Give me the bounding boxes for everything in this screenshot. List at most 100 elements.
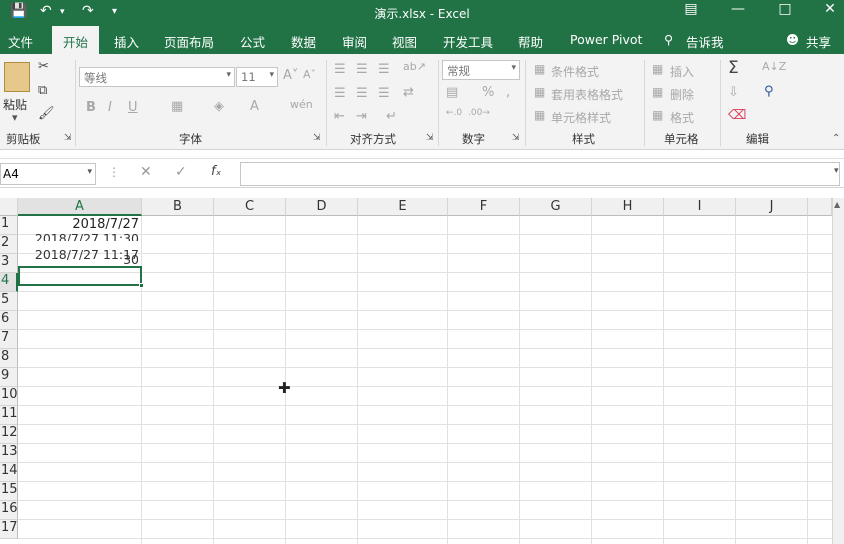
active-cell-a4[interactable] [18, 266, 142, 286]
wrap-text-icon[interactable]: ↵ [386, 109, 397, 124]
column-header-partial[interactable] [808, 198, 832, 216]
row-header[interactable]: 2 [0, 235, 18, 254]
row-header[interactable]: 13 [0, 444, 18, 463]
name-box[interactable]: A4 ▾ [0, 163, 96, 185]
font-name-select[interactable]: 等线 ▾ [79, 67, 235, 87]
bold-button[interactable]: B [86, 100, 96, 115]
tab-insert[interactable]: 插入 [114, 32, 139, 51]
alignment-launcher-icon[interactable]: ⇲ [426, 133, 434, 143]
clipboard-launcher-icon[interactable]: ⇲ [64, 133, 72, 143]
insert-cells-button[interactable]: 插入 [670, 63, 694, 80]
collapse-ribbon-icon[interactable]: ⌃ [832, 133, 840, 144]
format-cells-icon[interactable]: ▦ [652, 108, 663, 122]
percent-icon[interactable]: % [482, 85, 494, 100]
comma-style-icon[interactable]: , [506, 85, 510, 100]
formula-input[interactable] [240, 162, 840, 186]
align-center-icon[interactable]: ☰ [356, 86, 368, 101]
column-header-h[interactable]: H [592, 198, 664, 216]
align-top-icon[interactable]: ☰ [334, 62, 346, 77]
delete-cells-button[interactable]: 删除 [670, 86, 694, 103]
insert-function-icon[interactable]: fₓ [211, 164, 221, 179]
cell-styles-icon[interactable]: ▦ [534, 108, 545, 122]
tab-view[interactable]: 视图 [392, 32, 417, 51]
cell-a3[interactable]: 30 [18, 254, 141, 265]
border-icon[interactable]: ▦ [171, 99, 183, 114]
row-header[interactable]: 5 [0, 292, 18, 311]
cell-a2[interactable]: 2018/7/27 11:30 [18, 230, 141, 241]
delete-cells-icon[interactable]: ▦ [652, 85, 663, 99]
number-format-select[interactable]: 常规 ▾ [442, 60, 520, 80]
share-icon[interactable]: ☻ [786, 32, 799, 47]
find-select-icon[interactable]: ⚲ [764, 84, 774, 99]
column-header-c[interactable]: C [214, 198, 286, 216]
decrease-decimal-icon[interactable]: .00→ [468, 108, 490, 118]
insert-cells-icon[interactable]: ▦ [652, 62, 663, 76]
vertical-scrollbar[interactable]: ▲ [832, 198, 844, 544]
fill-color-icon[interactable]: ◈ [214, 99, 224, 114]
confirm-entry-icon[interactable]: ✓ [175, 164, 187, 180]
align-left-icon[interactable]: ☰ [334, 86, 346, 101]
column-header-f[interactable]: F [448, 198, 520, 216]
accounting-format-icon[interactable]: ▤ [446, 85, 458, 100]
format-as-table-button[interactable]: 套用表格格式 [551, 86, 623, 103]
row-header[interactable]: 8 [0, 349, 18, 368]
tab-help[interactable]: 帮助 [518, 32, 543, 51]
minimize-icon[interactable]: — [723, 1, 753, 17]
scroll-up-icon[interactable]: ▲ [834, 200, 840, 209]
row-header[interactable]: 3 [0, 254, 18, 273]
cell-styles-button[interactable]: 单元格样式 [551, 109, 611, 126]
select-all-corner[interactable] [0, 198, 18, 216]
font-color-icon[interactable]: A [250, 99, 259, 114]
row-header[interactable]: 4 [0, 273, 18, 292]
cut-icon[interactable]: ✂ [38, 59, 49, 74]
row-header[interactable]: 12 [0, 425, 18, 444]
row-header[interactable]: 9 [0, 368, 18, 387]
fill-icon[interactable]: ⇩ [728, 85, 739, 100]
column-header-b[interactable]: B [142, 198, 214, 216]
worksheet-grid[interactable]: A B C D E F G H I J 1 2 3 4 5 6 7 8 9 10 11 12 13 14 1… [0, 198, 844, 544]
column-header-g[interactable]: G [520, 198, 592, 216]
column-header-d[interactable]: D [286, 198, 358, 216]
increase-indent-icon[interactable]: ⇥ [356, 109, 367, 124]
decrease-indent-icon[interactable]: ⇤ [334, 109, 345, 124]
column-header-i[interactable]: I [664, 198, 736, 216]
tab-page-layout[interactable]: 页面布局 [164, 32, 214, 51]
orientation-icon[interactable]: ab↗ [403, 60, 426, 73]
merge-center-icon[interactable]: ⇄ [403, 85, 414, 100]
decrease-font-icon[interactable]: Aˇ [303, 68, 316, 81]
column-header-e[interactable]: E [358, 198, 448, 216]
row-header[interactable]: 10 [0, 387, 18, 406]
row-header[interactable]: 14 [0, 463, 18, 482]
conditional-format-button[interactable]: 条件格式 [551, 63, 599, 80]
font-size-select[interactable]: 11 ▾ [236, 67, 278, 87]
expand-formula-icon[interactable]: ▾ [834, 166, 839, 176]
number-launcher-icon[interactable]: ⇲ [512, 133, 520, 143]
cancel-entry-icon[interactable]: ✕ [140, 164, 152, 180]
tab-data[interactable]: 数据 [291, 32, 316, 51]
tab-formulas[interactable]: 公式 [240, 32, 265, 51]
row-header[interactable]: 6 [0, 311, 18, 330]
conditional-format-icon[interactable]: ▦ [534, 62, 545, 76]
tell-me[interactable]: 告诉我 [686, 32, 724, 51]
share-button[interactable]: 共享 [806, 32, 831, 51]
autosum-icon[interactable]: Σ [728, 58, 739, 78]
copy-icon[interactable]: ⧉ [38, 83, 47, 98]
search-icon[interactable]: ⚲ [664, 32, 673, 47]
tab-review[interactable]: 审阅 [342, 32, 367, 51]
maximize-icon[interactable]: □ [770, 1, 800, 17]
tab-developer[interactable]: 开发工具 [443, 32, 493, 51]
underline-button[interactable]: U [128, 100, 138, 115]
italic-button[interactable]: I [108, 100, 112, 115]
row-header[interactable]: 17 [0, 520, 18, 539]
column-header-j[interactable]: J [736, 198, 808, 216]
format-painter-icon[interactable]: 🖌 [38, 106, 55, 121]
align-bottom-icon[interactable]: ☰ [378, 62, 390, 77]
row-header[interactable]: 7 [0, 330, 18, 349]
tab-file[interactable]: 文件 [8, 32, 33, 51]
row-header[interactable]: 16 [0, 501, 18, 520]
increase-font-icon[interactable]: A˅ [283, 68, 298, 83]
font-launcher-icon[interactable]: ⇲ [313, 133, 321, 143]
align-middle-icon[interactable]: ☰ [356, 62, 368, 77]
close-icon[interactable]: ✕ [815, 1, 844, 17]
tab-power-pivot[interactable]: Power Pivot [570, 32, 642, 47]
